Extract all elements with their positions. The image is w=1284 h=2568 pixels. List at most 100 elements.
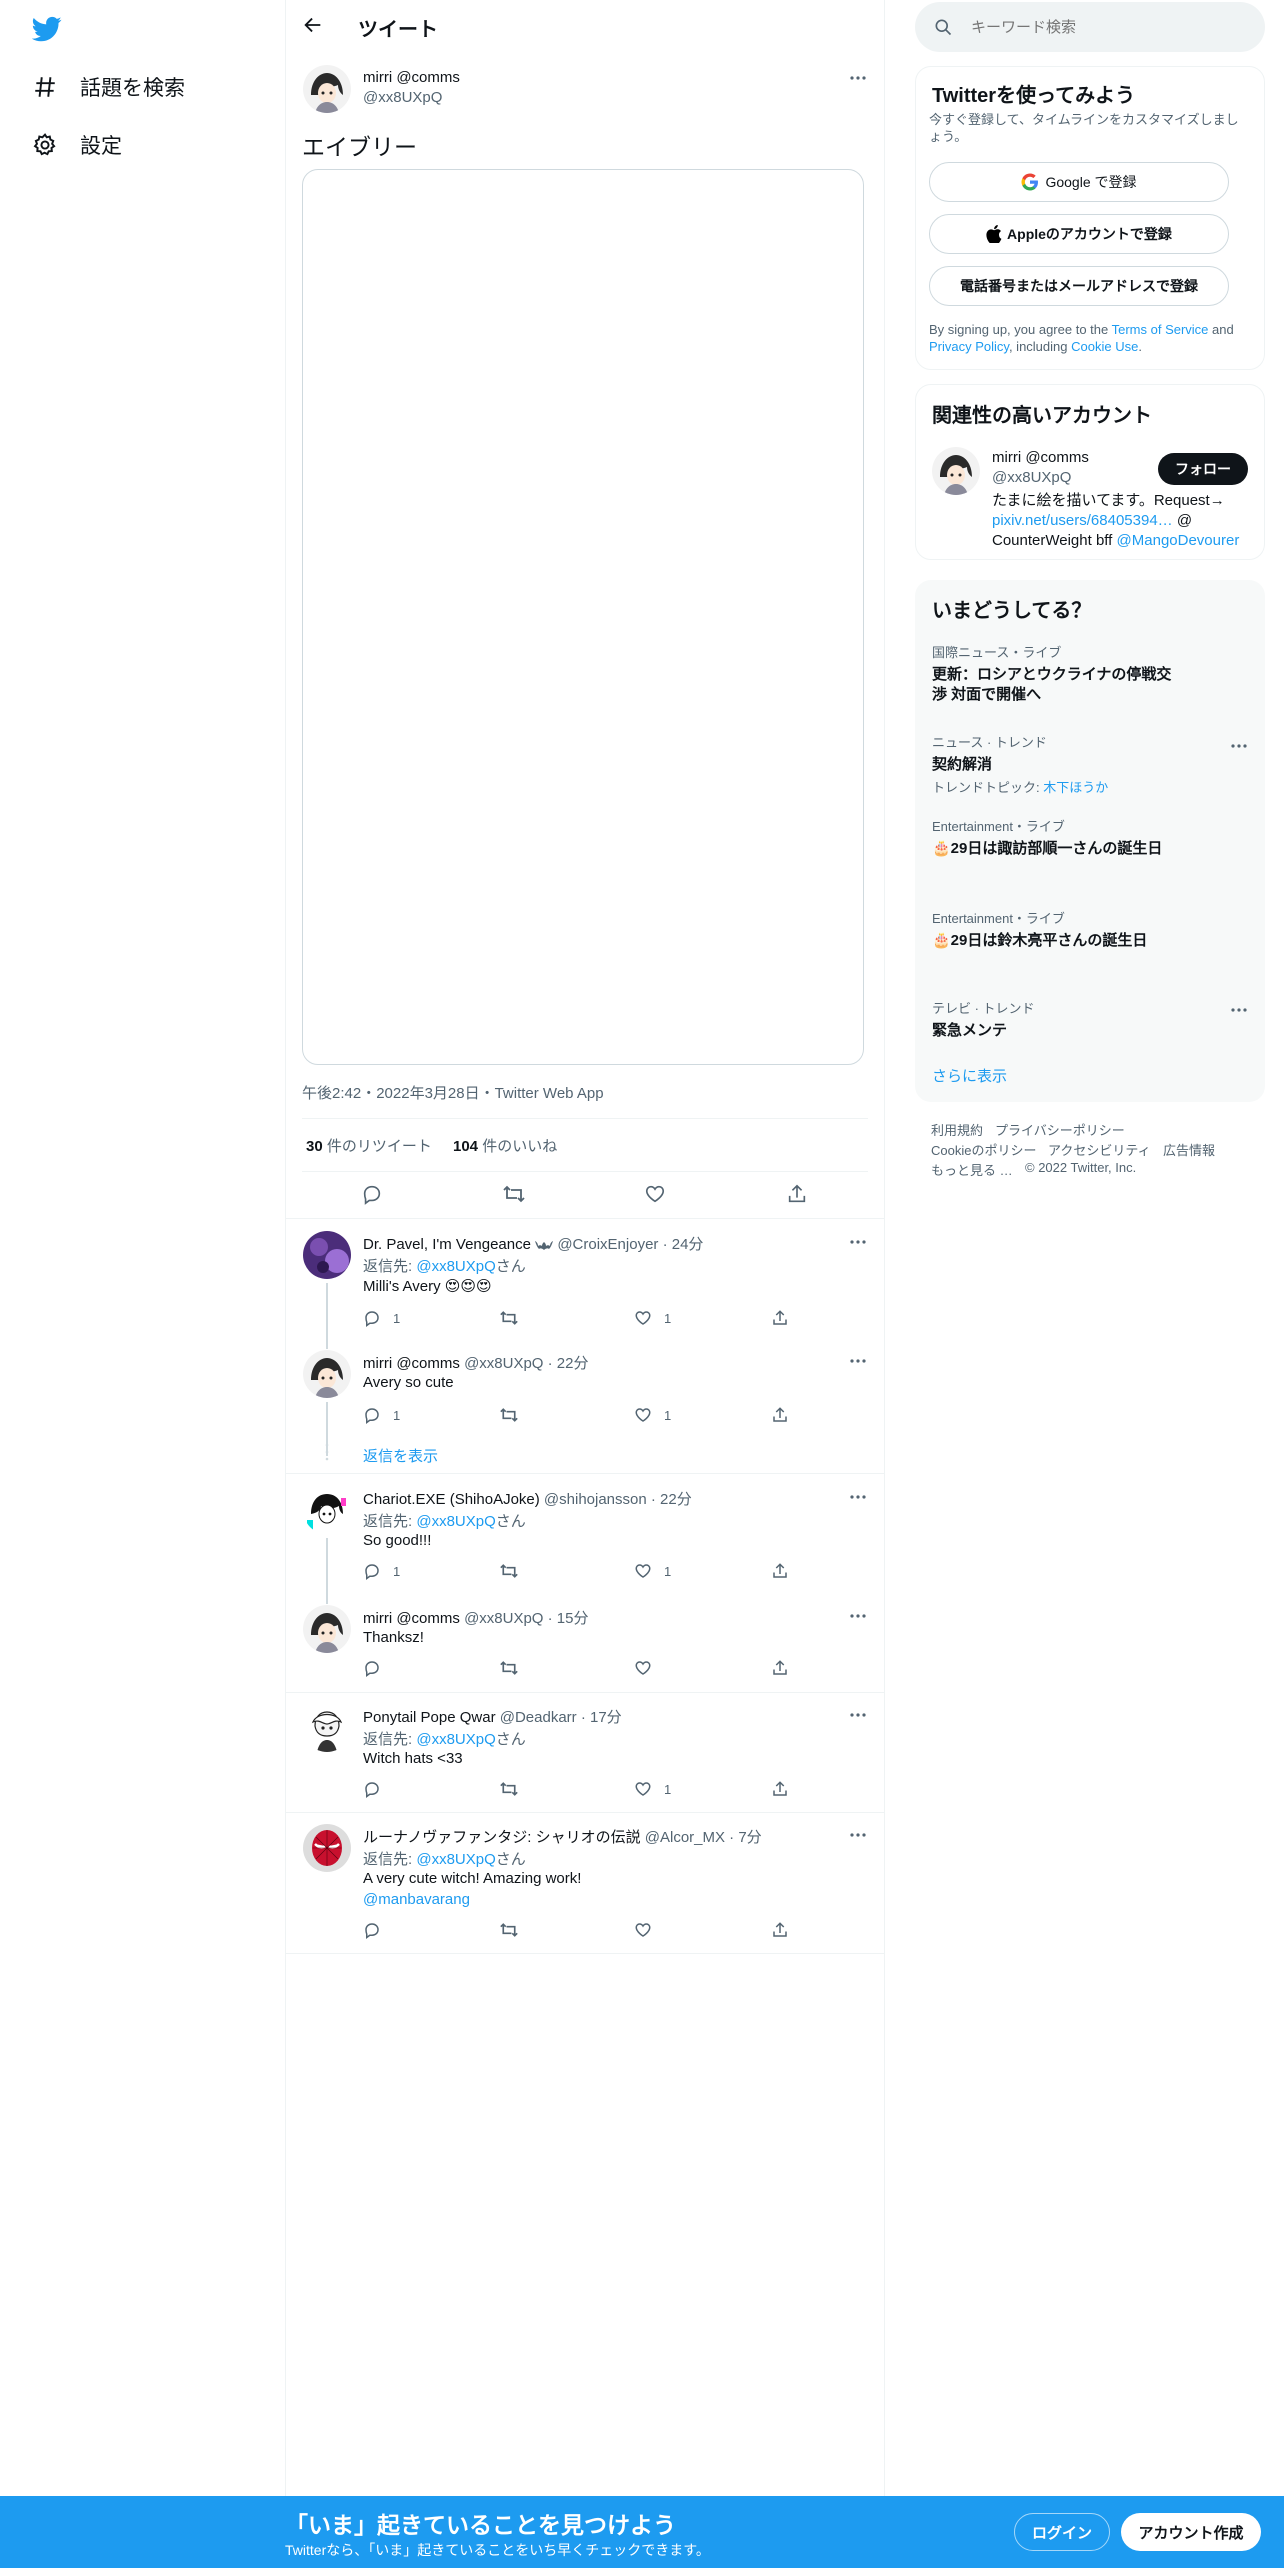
search-box[interactable]	[915, 2, 1265, 52]
reply-author[interactable]: mirri @comms @xx8UXpQ · 22分	[363, 1352, 589, 1373]
footer-cookie[interactable]: Cookieのポリシー	[931, 1140, 1036, 1159]
trend-item[interactable]: テレビ · トレンド 緊急メンテ	[932, 998, 1252, 1041]
share-button[interactable]	[771, 1406, 801, 1424]
more-options-icon[interactable]	[848, 1351, 868, 1371]
more-options-icon[interactable]	[848, 1705, 868, 1725]
cookie-link[interactable]: Cookie Use	[1071, 339, 1138, 354]
like-button[interactable]: 1	[634, 1780, 671, 1798]
avatar[interactable]	[932, 447, 980, 495]
trend-topic-link[interactable]: 木下ほうか	[1043, 780, 1108, 795]
avatar[interactable]	[303, 1350, 351, 1398]
share-button[interactable]	[771, 1659, 801, 1677]
search-input[interactable]	[971, 14, 1241, 40]
footer-terms[interactable]: 利用規約	[931, 1120, 983, 1139]
back-arrow-icon[interactable]	[302, 14, 326, 38]
show-replies-link[interactable]: 返信を表示	[363, 1445, 438, 1466]
reply-icon[interactable]	[361, 1183, 383, 1205]
avatar[interactable]	[303, 1605, 351, 1653]
reply-author[interactable]: Dr. Pavel, I'm Vengeance @CroixEnjoyer ·…	[363, 1233, 703, 1254]
reply-author[interactable]: mirri @comms @xx8UXpQ · 15分	[363, 1607, 589, 1628]
share-button[interactable]	[771, 1780, 801, 1798]
reply-to-link[interactable]: @xx8UXpQ	[416, 1513, 495, 1530]
like-button[interactable]: 1	[634, 1406, 671, 1424]
more-options-icon[interactable]	[848, 1606, 868, 1626]
more-options-icon[interactable]	[848, 1232, 868, 1252]
retweet-button[interactable]	[499, 1562, 531, 1580]
tweet-timestamp[interactable]: 午後2:42・2022年3月28日・Twitter Web App	[302, 1082, 604, 1103]
reply-button[interactable]	[363, 1659, 393, 1677]
footer-more[interactable]: もっと見る …	[931, 1160, 1013, 1179]
more-options-icon[interactable]	[1229, 1000, 1249, 1020]
login-button[interactable]: ログイン	[1014, 2513, 1110, 2551]
nav-settings[interactable]: 設定	[32, 130, 122, 160]
share-button[interactable]	[771, 1309, 801, 1327]
footer-accessibility[interactable]: アクセシビリティ	[1048, 1140, 1151, 1159]
apple-signup-button[interactable]: Appleのアカウントで登録	[929, 214, 1229, 254]
like-button[interactable]: 1	[634, 1562, 671, 1580]
more-options-icon[interactable]	[848, 1487, 868, 1507]
tweet-media[interactable]	[302, 169, 864, 1065]
retweet-button[interactable]	[499, 1780, 531, 1798]
trends-card: いまどうしてる？ 国際ニュース・ライブ 更新：ロシアとウクライナの停戦交渉 対面…	[915, 580, 1265, 1102]
reply-button[interactable]: 1	[363, 1406, 400, 1424]
mention-link[interactable]: @manbavarang	[363, 1891, 470, 1908]
reply-button[interactable]	[363, 1921, 393, 1939]
privacy-link[interactable]: Privacy Policy	[929, 339, 1009, 354]
google-signup-button[interactable]: Google で登録	[929, 162, 1229, 202]
reply-author[interactable]: Ponytail Pope Qwar @Deadkarr · 17分	[363, 1706, 622, 1727]
reply-to-link[interactable]: @xx8UXpQ	[416, 1851, 495, 1868]
reply-author[interactable]: ルーナノヴァファンタジ: シャリオの伝説 @Alcor_MX · 7分	[363, 1826, 762, 1847]
retweet-button[interactable]	[499, 1659, 531, 1677]
bio-link[interactable]: pixiv.net/users/68405394…	[992, 512, 1173, 529]
share-button[interactable]	[771, 1921, 801, 1939]
share-icon[interactable]	[786, 1183, 808, 1205]
reply-to-link[interactable]: @xx8UXpQ	[416, 1731, 495, 1748]
related-handle[interactable]: @xx8UXpQ	[992, 469, 1071, 486]
nav-explore[interactable]: 話題を検索	[32, 72, 185, 102]
more-options-icon[interactable]	[1229, 736, 1249, 756]
avatar[interactable]	[303, 1824, 351, 1872]
retweet-count: 30	[306, 1138, 323, 1155]
retweet-stats[interactable]: 30 件のリツイート	[306, 1135, 432, 1156]
like-stats[interactable]: 104 件のいいね	[453, 1135, 557, 1156]
trend-item[interactable]: Entertainment・ライブ 🎂29日は諏訪部順一さんの誕生日	[932, 816, 1252, 859]
reply-button[interactable]: 1	[363, 1562, 400, 1580]
share-button[interactable]	[771, 1562, 801, 1580]
avatar[interactable]	[303, 1704, 351, 1752]
retweet-button[interactable]	[499, 1309, 531, 1327]
retweet-button[interactable]	[499, 1921, 531, 1939]
footer-privacy[interactable]: プライバシーポリシー	[995, 1120, 1125, 1139]
avatar[interactable]	[303, 1486, 351, 1534]
footer-ads[interactable]: 広告情報	[1163, 1140, 1215, 1159]
more-options-icon[interactable]	[848, 1825, 868, 1845]
reply-author[interactable]: Chariot.EXE (ShihoAJoke) @shihojansson ·…	[363, 1488, 692, 1509]
like-button[interactable]	[634, 1921, 664, 1939]
follow-button[interactable]: フォロー	[1158, 453, 1248, 485]
reply-button[interactable]: 1	[363, 1309, 400, 1327]
avatar[interactable]	[303, 1231, 351, 1279]
reply-to-line: 返信先: @xx8UXpQさん	[363, 1848, 526, 1869]
like-icon[interactable]	[644, 1183, 666, 1205]
related-name[interactable]: mirri @comms	[992, 449, 1089, 466]
bottom-signup-bar: 「いま」起きていることを見つけよう Twitterなら、「いま」起きていることを…	[0, 2496, 1284, 2568]
like-button[interactable]: 1	[634, 1309, 671, 1327]
create-account-button[interactable]: アカウント作成	[1121, 2513, 1261, 2551]
avatar[interactable]	[303, 65, 351, 113]
trend-meta: Entertainment・ライブ	[932, 819, 1065, 834]
author-handle[interactable]: @xx8UXpQ	[363, 89, 442, 106]
like-button[interactable]	[634, 1659, 664, 1677]
reply-to-link[interactable]: @xx8UXpQ	[416, 1258, 495, 1275]
trend-item[interactable]: 国際ニュース・ライブ 更新：ロシアとウクライナの停戦交渉 対面で開催へ	[932, 642, 1252, 705]
retweet-icon[interactable]	[502, 1183, 526, 1205]
reply-button[interactable]	[363, 1780, 393, 1798]
show-more-link[interactable]: さらに表示	[932, 1065, 1007, 1086]
bio-mention-link[interactable]: @MangoDevourer	[1117, 532, 1240, 549]
more-options-icon[interactable]	[848, 68, 868, 88]
twitter-logo-icon[interactable]	[32, 14, 62, 44]
trend-item[interactable]: ニュース · トレンド 契約解消 トレンドトピック: 木下ほうか	[932, 732, 1252, 796]
trend-item[interactable]: Entertainment・ライブ 🎂29日は鈴木亮平さんの誕生日	[932, 908, 1252, 951]
phone-email-signup-button[interactable]: 電話番号またはメールアドレスで登録	[929, 266, 1229, 306]
author-name[interactable]: mirri @comms	[363, 69, 460, 86]
tos-link[interactable]: Terms of Service	[1112, 322, 1209, 337]
retweet-button[interactable]	[499, 1406, 531, 1424]
